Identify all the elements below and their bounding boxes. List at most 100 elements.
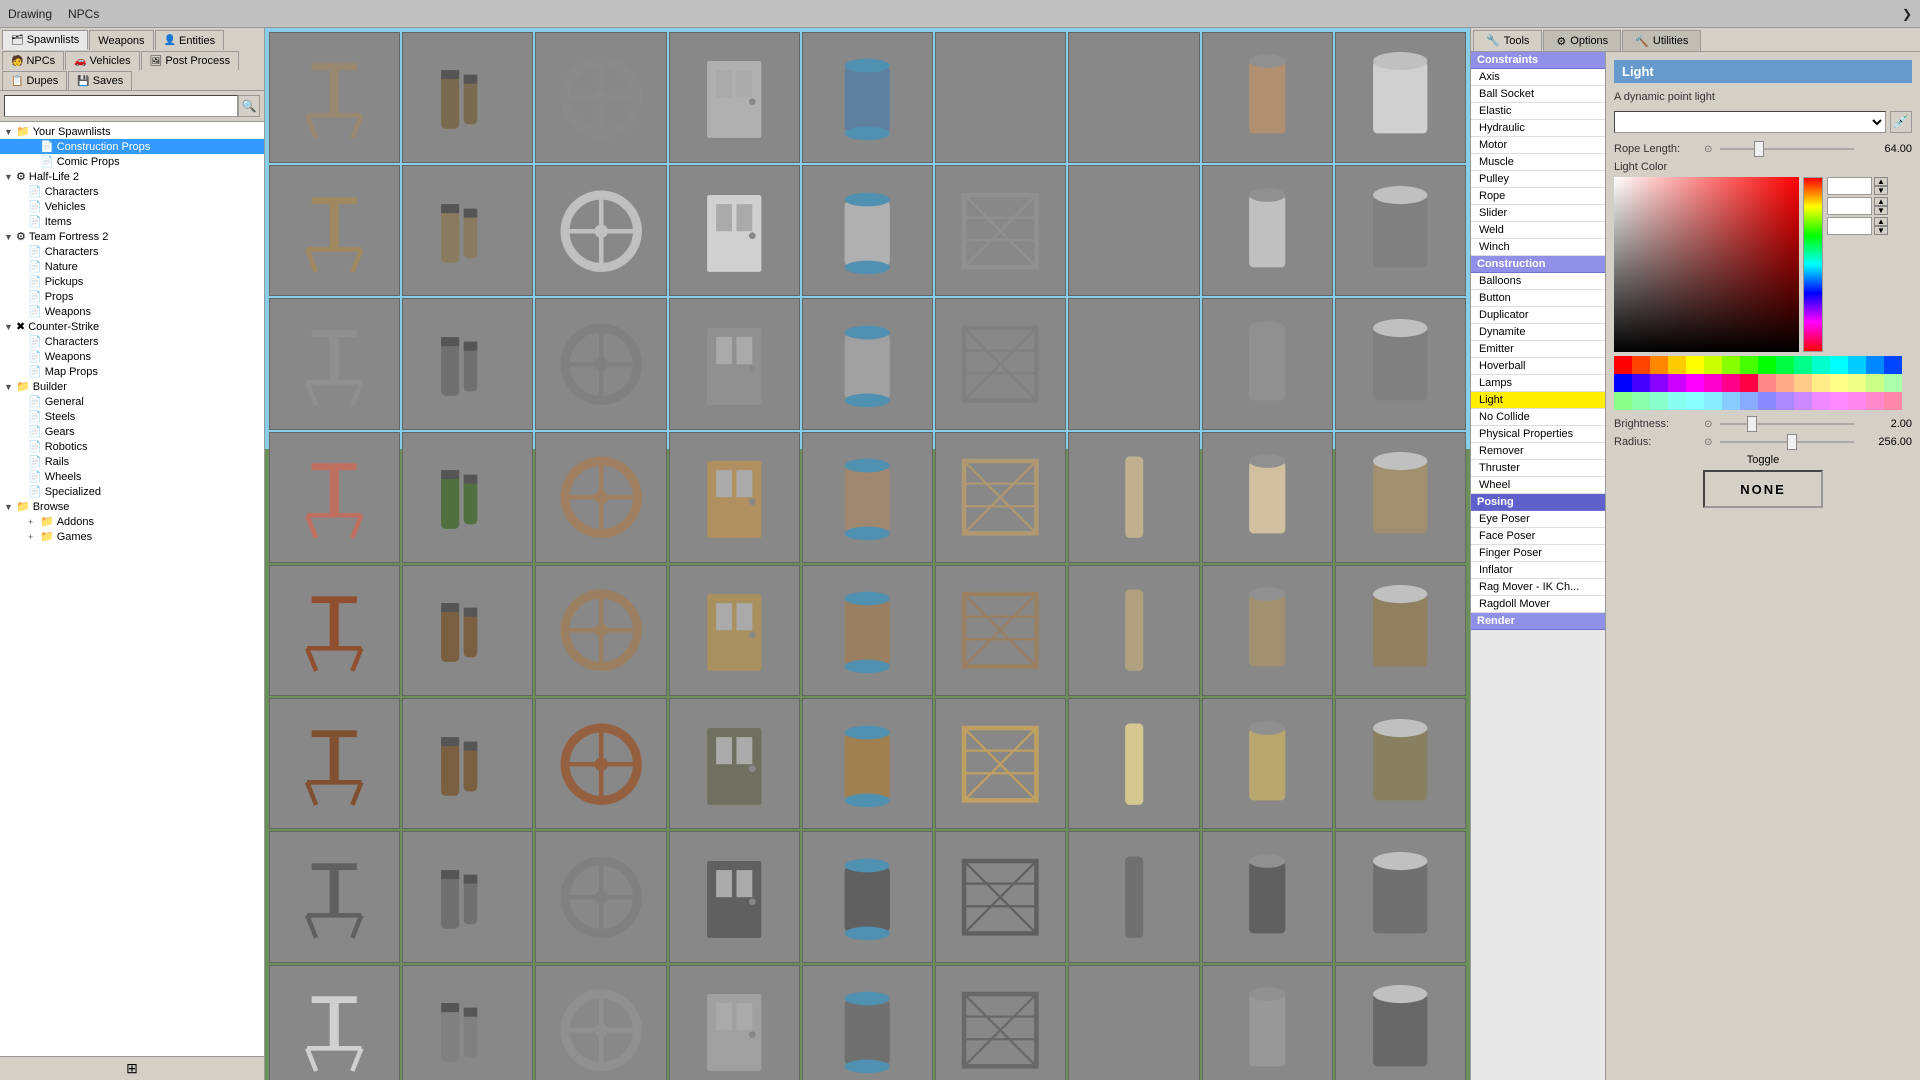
sprite-cell[interactable] (1068, 565, 1199, 696)
constraint-item-light[interactable]: Light (1471, 392, 1605, 409)
tab-entities[interactable]: 👤 Entities (155, 30, 225, 50)
sprite-cell[interactable] (402, 432, 533, 563)
sprite-cell[interactable] (535, 831, 666, 962)
sprite-cell[interactable] (402, 165, 533, 296)
tree-item-cs-weapons[interactable]: 📄 Weapons (0, 349, 264, 364)
tree-item-construction-props[interactable]: 📄 Construction Props (0, 139, 264, 154)
sprite-cell[interactable] (269, 432, 400, 563)
color-swatch[interactable] (1758, 374, 1776, 392)
color-swatch[interactable] (1704, 356, 1722, 374)
sprite-cell[interactable] (1068, 298, 1199, 429)
color-swatch[interactable] (1740, 374, 1758, 392)
color-swatch[interactable] (1740, 356, 1758, 374)
tab-tools[interactable]: 🔧 Tools (1473, 30, 1542, 51)
constraint-item-inflator[interactable]: Inflator (1471, 562, 1605, 579)
color-hue-strip[interactable] (1803, 177, 1823, 352)
color-swatch[interactable] (1776, 374, 1794, 392)
sprite-cell[interactable] (402, 831, 533, 962)
tree-item-hl2-vehicles[interactable]: 📄 Vehicles (0, 199, 264, 214)
constraint-item-weld[interactable]: Weld (1471, 222, 1605, 239)
sprite-cell[interactable] (669, 565, 800, 696)
color-swatch[interactable] (1848, 392, 1866, 410)
sprite-cell[interactable] (535, 565, 666, 696)
sprite-cell[interactable] (669, 831, 800, 962)
slider-thumb[interactable] (1787, 434, 1797, 450)
sprite-cell[interactable] (935, 32, 1066, 163)
search-input[interactable] (4, 95, 238, 117)
constraint-item-elastic[interactable]: Elastic (1471, 103, 1605, 120)
sprite-cell[interactable] (669, 298, 800, 429)
color-swatch[interactable] (1704, 392, 1722, 410)
color-swatch[interactable] (1776, 356, 1794, 374)
sprite-cell[interactable] (269, 565, 400, 696)
sprite-cell[interactable] (935, 698, 1066, 829)
tree-item-cs[interactable]: ▼ ✖ Counter-Strike (0, 319, 264, 334)
tab-dupes[interactable]: 📋 Dupes (2, 71, 67, 90)
color-swatch[interactable] (1758, 392, 1776, 410)
sprite-cell[interactable] (1068, 32, 1199, 163)
sprite-cell[interactable] (535, 165, 666, 296)
color-swatch[interactable] (1614, 392, 1632, 410)
constraint-item-ragdollmover[interactable]: Ragdoll Mover (1471, 596, 1605, 613)
constraint-item-hoverball[interactable]: Hoverball (1471, 358, 1605, 375)
sprite-cell[interactable] (535, 965, 666, 1080)
color-swatch[interactable] (1884, 374, 1902, 392)
rope-length-slider[interactable]: ⊙ 64.00 (1704, 143, 1912, 155)
tab-vehicles[interactable]: 🚗 Vehicles (65, 51, 139, 70)
menu-drawing[interactable]: Drawing (8, 7, 52, 21)
sprite-cell[interactable] (402, 965, 533, 1080)
constraint-item-winch[interactable]: Winch (1471, 239, 1605, 256)
constraint-item-wheel[interactable]: Wheel (1471, 477, 1605, 494)
color-b-down[interactable]: ▼ (1874, 226, 1888, 235)
tree-item-tf2[interactable]: ▼ ⚙ Team Fortress 2 (0, 229, 264, 244)
color-swatch[interactable] (1650, 392, 1668, 410)
color-swatch[interactable] (1776, 392, 1794, 410)
slider-track[interactable] (1716, 441, 1858, 443)
sprite-cell[interactable] (1068, 965, 1199, 1080)
sprite-cell[interactable] (935, 432, 1066, 563)
sprite-cell[interactable] (669, 32, 800, 163)
sprite-cell[interactable] (269, 698, 400, 829)
sprite-cell[interactable] (935, 831, 1066, 962)
sprite-cell[interactable] (1335, 965, 1466, 1080)
constraint-item-emitter[interactable]: Emitter (1471, 341, 1605, 358)
sprite-cell[interactable] (1068, 165, 1199, 296)
color-swatch[interactable] (1668, 392, 1686, 410)
color-g-down[interactable]: ▼ (1874, 206, 1888, 215)
color-swatch[interactable] (1866, 374, 1884, 392)
color-swatch[interactable] (1650, 356, 1668, 374)
sprite-cell[interactable] (402, 565, 533, 696)
tab-saves[interactable]: 💾 Saves (68, 71, 132, 90)
sprite-cell[interactable] (535, 32, 666, 163)
sprite-cell[interactable] (1335, 831, 1466, 962)
constraint-item-lamps[interactable]: Lamps (1471, 375, 1605, 392)
color-swatch[interactable] (1794, 392, 1812, 410)
color-swatch[interactable] (1704, 374, 1722, 392)
sprite-cell[interactable] (1335, 698, 1466, 829)
constraint-item-thruster[interactable]: Thruster (1471, 460, 1605, 477)
tree-item-games[interactable]: + 📁 Games (0, 529, 264, 544)
sprite-cell[interactable] (802, 831, 933, 962)
slider-thumb[interactable] (1754, 141, 1764, 157)
tab-postprocess[interactable]: 🖼 Post Process (141, 51, 240, 70)
tree-item-builder-gears[interactable]: 📄 Gears (0, 424, 264, 439)
color-swatch[interactable] (1866, 356, 1884, 374)
constraint-item-ragmover[interactable]: Rag Mover - IK Ch... (1471, 579, 1605, 596)
color-swatch[interactable] (1668, 356, 1686, 374)
sprite-cell[interactable] (535, 298, 666, 429)
tree-item-builder-general[interactable]: 📄 General (0, 394, 264, 409)
sprite-cell[interactable] (802, 165, 933, 296)
tree-item-builder-wheels[interactable]: 📄 Wheels (0, 469, 264, 484)
sprite-cell[interactable] (802, 298, 933, 429)
tree-item-browse[interactable]: ▼ 📁 Browse (0, 499, 264, 514)
sprite-cell[interactable] (1202, 831, 1333, 962)
sprite-cell[interactable] (1335, 298, 1466, 429)
color-gradient[interactable] (1614, 177, 1799, 352)
color-swatch[interactable] (1812, 356, 1830, 374)
color-swatch[interactable] (1650, 374, 1668, 392)
constraint-item-eyeposer[interactable]: Eye Poser (1471, 511, 1605, 528)
sprite-cell[interactable] (402, 698, 533, 829)
constraint-item-motor[interactable]: Motor (1471, 137, 1605, 154)
menu-npcs[interactable]: NPCs (68, 7, 99, 21)
tab-utilities[interactable]: 🔨 Utilities (1622, 30, 1701, 51)
